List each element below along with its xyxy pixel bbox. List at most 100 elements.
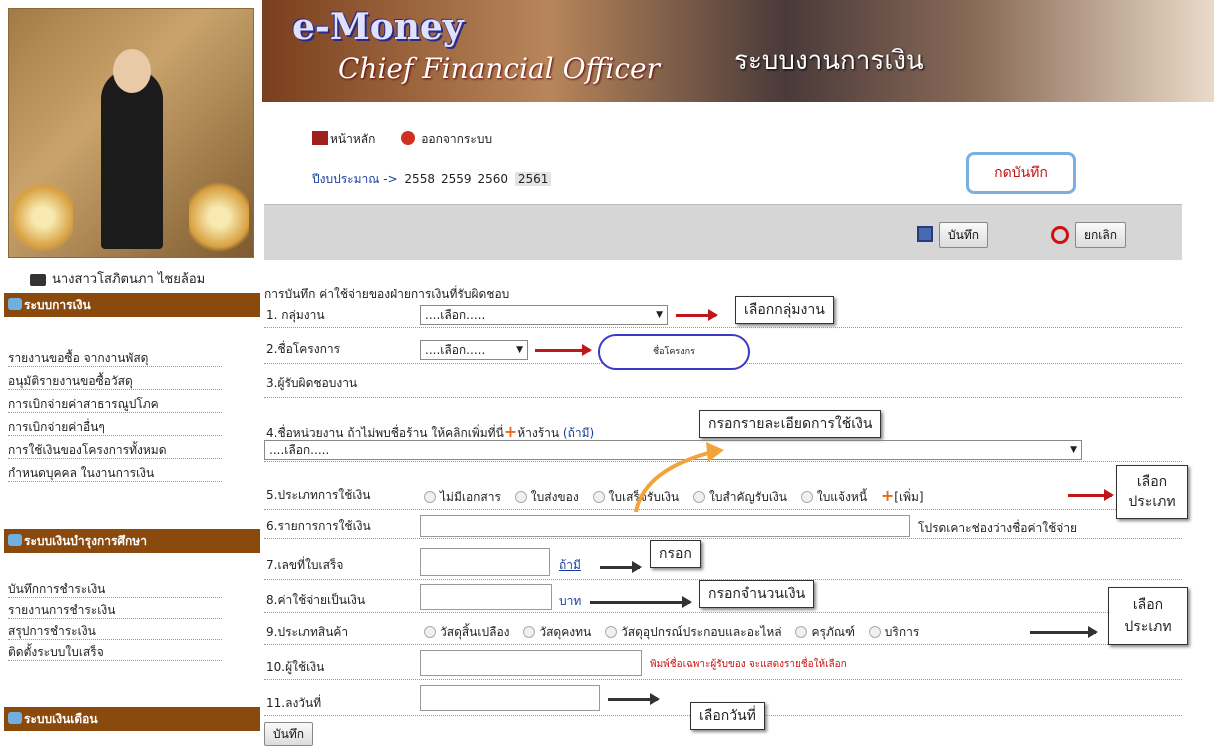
row-label: 9.ประเภทสินค้า	[266, 625, 349, 639]
flowers-left	[13, 177, 73, 257]
row-label: 2.ชื่อโครงการ	[266, 342, 341, 356]
radio-label[interactable]: ใบส่งของ	[531, 490, 579, 504]
cancel-button[interactable]: ยกเลิก	[1075, 222, 1127, 248]
cloud-project: ชื่อโครงกร	[598, 334, 750, 370]
person-face	[113, 49, 151, 93]
chevron-down-icon: ▼	[516, 345, 523, 355]
arrow-icon	[608, 693, 660, 705]
vendor-add-link[interactable]: ห้างร้าน	[517, 426, 559, 440]
year-current[interactable]: 2561	[514, 172, 552, 186]
goods-radios: วัสดุสิ้นเปลือง วัสดุคงทน วัสดุอุปกรณ์ปร…	[414, 623, 919, 642]
menu-item[interactable]: กำหนดบุคคล ในงานการเงิน	[8, 464, 222, 482]
person-figure	[101, 69, 163, 249]
save-button[interactable]: บันทึก	[939, 222, 988, 248]
radio[interactable]	[800, 491, 813, 503]
row-label: 1. กลุ่มงาน	[266, 308, 325, 322]
row-group: 1. กลุ่มงาน	[264, 302, 1182, 328]
radio[interactable]	[424, 491, 436, 503]
radio[interactable]	[523, 626, 536, 638]
menu-item[interactable]: การเบิกจ่ายค่าสาธารณูปโภค	[8, 395, 222, 413]
group-select[interactable]: ....เลือก..... ▼	[420, 305, 668, 325]
plus-icon[interactable]: +	[881, 486, 894, 505]
select-value: ....เลือก.....	[425, 308, 486, 322]
radio[interactable]	[868, 626, 881, 638]
header-banner: e-Money Chief Financial Officer ระบบงานก…	[262, 0, 1214, 102]
flowers-right	[189, 177, 249, 257]
radio-label[interactable]: บริการ	[885, 625, 920, 639]
camera-icon	[30, 273, 46, 286]
radio-label[interactable]: ครุภัณฑ์	[811, 625, 854, 639]
section-tuition[interactable]: ระบบเงินบำรุงการศึกษา	[4, 529, 260, 553]
radio[interactable]	[605, 626, 618, 638]
radio[interactable]	[514, 491, 527, 503]
save-hint-bubble: กดบันทึก	[966, 152, 1076, 194]
menu-item[interactable]: ติดตั้งระบบใบเสร็จ	[8, 643, 222, 661]
payer-input[interactable]	[420, 650, 642, 676]
select-value: ....เลือก.....	[269, 443, 330, 457]
radio-label[interactable]: วัสดุคงทน	[539, 625, 591, 639]
plus-icon[interactable]: +	[504, 422, 517, 441]
section-tuition-label: ระบบเงินบำรุงการศึกษา	[24, 534, 147, 548]
menu-item[interactable]: การใช้เงินของโครงการทั้งหมด	[8, 441, 222, 459]
payer-note: พิมพ์ชื่อเฉพาะผู้รับของ จะแสดงรายชื่อให้…	[650, 659, 847, 670]
row-label: 3.ผู้รับผิดชอบงาน	[266, 376, 358, 390]
menu-item[interactable]: สรุปการชำระเงิน	[8, 622, 222, 640]
radio-label[interactable]: ไม่มีเอกสาร	[440, 490, 501, 504]
submit-button[interactable]: บันทึก	[264, 722, 313, 746]
home-link[interactable]: หน้าหลัก	[330, 132, 375, 146]
sidebar: นางสาวโสภิตนภา ไชยล้อม ระบบการเงิน รายงา…	[0, 0, 262, 748]
project-select[interactable]: ....เลือก..... ▼	[420, 340, 528, 360]
section-salary-label: ระบบเงินเดือน	[24, 712, 98, 726]
amount-unit: บาท	[559, 594, 582, 608]
menu-item[interactable]: บันทึกการชำระเงิน	[8, 580, 222, 598]
menu-item[interactable]: อนุมัติรายงานขอซื้อวัสดุ	[8, 372, 222, 390]
users-icon	[8, 298, 22, 310]
callout-type1: เลือกประเภท	[1116, 465, 1188, 519]
add-paytype-link[interactable]: [เพิ่ม]	[894, 490, 923, 504]
chevron-down-icon: ▼	[1070, 445, 1077, 455]
amount-input[interactable]	[420, 584, 552, 610]
row-label: 6.รายการการใช้เงิน	[266, 519, 371, 533]
year-link[interactable]: 2559	[438, 172, 475, 186]
radio[interactable]	[795, 626, 808, 638]
radio[interactable]	[592, 491, 605, 503]
radio-label[interactable]: วัสดุสิ้นเปลือง	[440, 625, 510, 639]
toolbar	[264, 204, 1182, 260]
row-label: 7.เลขที่ใบเสร็จ	[266, 558, 344, 572]
row-label: 5.ประเภทการใช้เงิน	[266, 488, 371, 502]
callout-amount: กรอกจำนวนเงิน	[699, 580, 815, 608]
radio[interactable]	[424, 626, 436, 638]
receipt-input[interactable]	[420, 548, 550, 576]
menu-item[interactable]: รายงานขอซื้อ จากงานพัสดุ	[8, 349, 222, 367]
radio-label[interactable]: ใบแจ้งหนี้	[817, 490, 867, 504]
arrow-icon	[1068, 489, 1114, 501]
arrow-icon	[590, 596, 692, 608]
desc-note: โปรดเคาะช่องว่างชื่อค่าใช้จ่าย	[918, 521, 1078, 535]
users-icon	[8, 534, 22, 546]
floppy-icon	[917, 226, 933, 242]
desc-input[interactable]	[420, 515, 910, 537]
section-finance-label: ระบบการเงิน	[24, 298, 91, 312]
date-input[interactable]	[420, 685, 600, 711]
menu-item[interactable]: รายงานการชำระเงิน	[8, 601, 222, 619]
radio-label[interactable]: วัสดุอุปกรณ์ประกอบและอะไหล่	[621, 625, 782, 639]
select-value: ....เลือก.....	[425, 343, 486, 357]
page-title: ระบบงานการเงิน	[734, 46, 924, 76]
power-icon[interactable]	[401, 131, 416, 145]
users-icon	[8, 712, 22, 724]
year-link[interactable]: 2558	[401, 172, 438, 186]
row-label: 10.ผู้ใช้เงิน	[266, 660, 325, 674]
row-label: 8.ค่าใช้จ่ายเป็นเงิน	[266, 593, 366, 607]
home-icon[interactable]	[312, 131, 328, 145]
arrow-icon	[600, 561, 642, 573]
section-salary[interactable]: ระบบเงินเดือน	[4, 707, 260, 731]
year-link[interactable]: 2560	[475, 172, 512, 186]
row-owner: 3.ผู้รับผิดชอบงาน	[264, 370, 1182, 398]
logo-emoney: e-Money	[292, 6, 464, 48]
section-finance[interactable]: ระบบการเงิน	[4, 293, 260, 317]
logout-link[interactable]: ออกจากระบบ	[421, 132, 492, 146]
user-photo	[8, 8, 254, 258]
callout-date: เลือกวันที่	[690, 702, 765, 730]
menu-item[interactable]: การเบิกจ่ายค่าอื่นๆ	[8, 418, 222, 436]
chevron-down-icon: ▼	[656, 310, 663, 320]
